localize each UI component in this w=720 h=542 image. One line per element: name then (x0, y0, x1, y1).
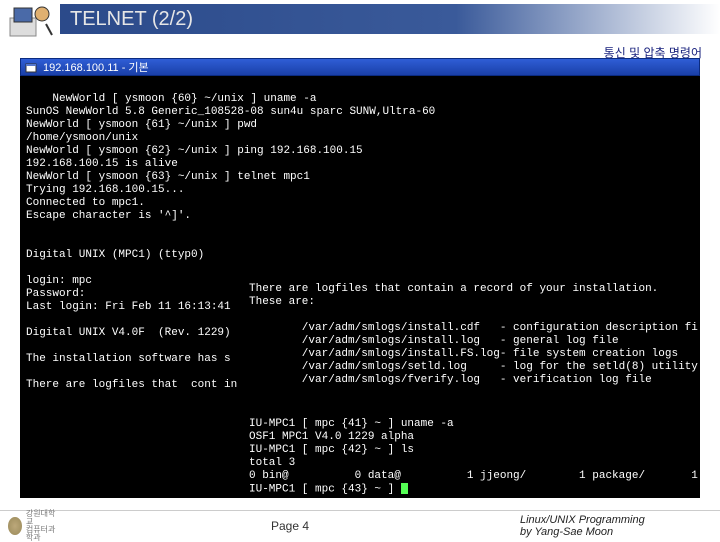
title-bar: TELNET (2/2) (60, 4, 720, 34)
course-title: Linux/UNIX Programming (520, 514, 708, 526)
terminal-overlay-logs: There are logfiles that contain a record… (245, 281, 700, 389)
terminal-body[interactable]: NewWorld [ ysmoon {60} ~/unix ] uname -a… (20, 76, 700, 498)
author-name: by Yang-Sae Moon (520, 526, 708, 538)
terminal-window: 192.168.100.11 - 기본 NewWorld [ ysmoon {6… (20, 58, 700, 498)
terminal-overlay-session: IU-MPC1 [ mpc {41} ~ ] uname -a OSF1 MPC… (245, 416, 700, 498)
slide-header: TELNET (2/2) (0, 0, 720, 42)
terminal-system-icon (25, 61, 37, 73)
university-logo-icon (8, 517, 22, 535)
speaker-icon (6, 0, 56, 40)
terminal-title: 192.168.100.11 - 기본 (43, 59, 149, 75)
footer-left: 강원대학교 컴퓨터과학과 (0, 510, 60, 542)
terminal-cursor (401, 483, 408, 494)
university-name: 강원대학교 (26, 510, 60, 526)
footer-right: Linux/UNIX Programming by Yang-Sae Moon (520, 514, 720, 538)
department-name: 컴퓨터과학과 (26, 526, 60, 542)
slide-footer: 강원대학교 컴퓨터과학과 Page 4 Linux/UNIX Programmi… (0, 510, 720, 540)
slide-title: TELNET (2/2) (70, 8, 193, 31)
page-number: Page 4 (60, 519, 520, 533)
terminal-titlebar[interactable]: 192.168.100.11 - 기본 (20, 58, 700, 76)
